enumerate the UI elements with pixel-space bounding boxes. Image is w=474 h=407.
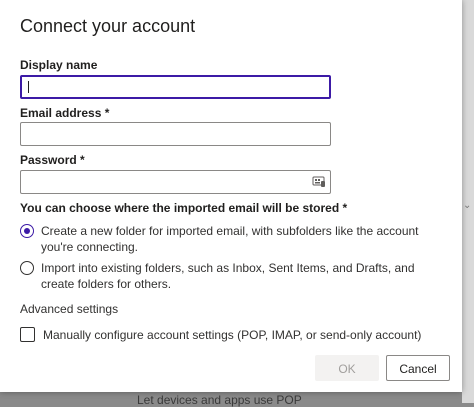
- radio-new-folder-label: Create a new folder for imported email, …: [41, 224, 419, 254]
- advanced-settings-heading: Advanced settings: [20, 302, 119, 316]
- cancel-button[interactable]: Cancel: [386, 355, 450, 381]
- manual-config-label[interactable]: Manually configure account settings (POP…: [43, 328, 421, 342]
- dialog-title: Connect your account: [20, 16, 196, 36]
- radio-existing-folders[interactable]: [20, 261, 34, 275]
- display-name-label: Display name: [20, 58, 98, 72]
- reveal-password-icon[interactable]: [312, 175, 326, 189]
- email-address-label: Email address *: [20, 106, 110, 120]
- connect-account-dialog: Connect your account Display name Email …: [0, 0, 462, 392]
- chevron-down-icon: ⌄: [463, 200, 472, 211]
- display-name-input[interactable]: [20, 75, 331, 99]
- email-address-input[interactable]: [20, 122, 331, 146]
- storage-question: You can choose where the imported email …: [20, 201, 348, 215]
- manual-config-checkbox[interactable]: [20, 327, 35, 342]
- background-setting-text: Let devices and apps use POP: [137, 393, 302, 407]
- radio-existing-folders-label: Import into existing folders, such as In…: [41, 261, 415, 291]
- password-label: Password *: [20, 153, 85, 167]
- ok-button[interactable]: OK: [315, 355, 379, 381]
- password-input[interactable]: [20, 170, 331, 194]
- text-caret: [28, 81, 29, 93]
- radio-new-folder[interactable]: [20, 224, 34, 238]
